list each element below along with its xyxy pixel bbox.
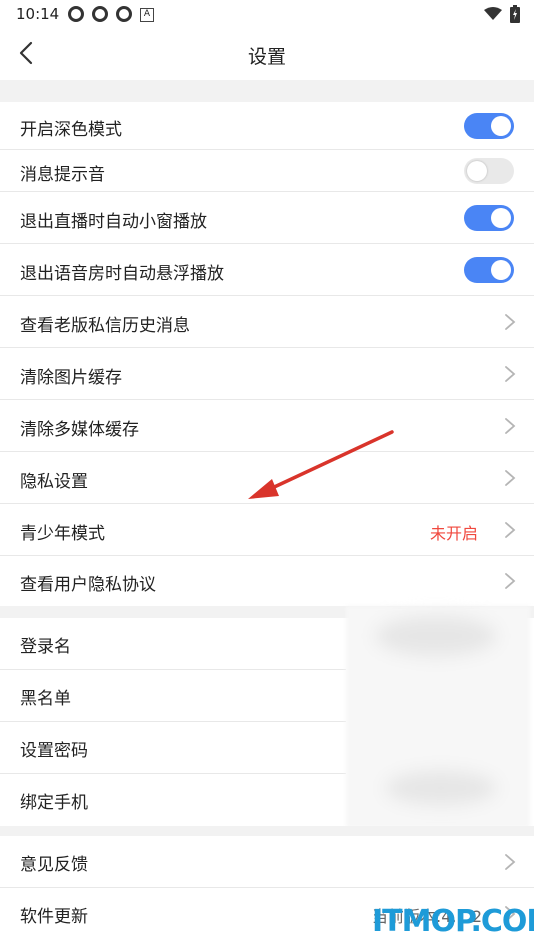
watermark-logo: ITMOP.COM bbox=[372, 904, 534, 939]
annotation-arrow bbox=[248, 430, 394, 499]
